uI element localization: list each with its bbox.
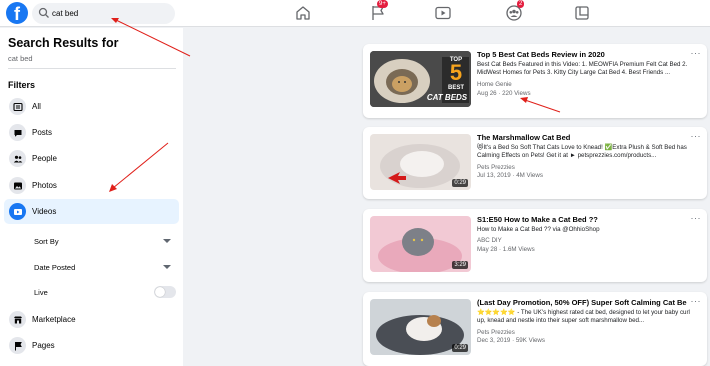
video-result-card[interactable]: 0:29 (Last Day Promotion, 50% OFF) Super…	[363, 292, 707, 366]
video-result-card[interactable]: 0:29 The Marshmallow Cat Bed 😻It's a Bed…	[363, 127, 707, 199]
sort-by-label: Sort By	[34, 237, 59, 246]
sort-by-dropdown[interactable]: Sort By	[4, 231, 179, 253]
video-thumbnail[interactable]: TOP 5 BEST CAT BEDS	[370, 51, 471, 107]
filter-posts[interactable]: Posts	[4, 120, 179, 145]
pages-nav-tab[interactable]: 9+	[366, 0, 392, 27]
groups-nav-tab[interactable]: 2	[502, 0, 528, 27]
video-duration: 0:29	[452, 179, 468, 187]
filter-label: People	[32, 154, 57, 163]
notification-badge: 9+	[377, 0, 388, 8]
people-icon	[9, 150, 26, 167]
filter-label: Videos	[32, 207, 57, 216]
all-icon	[9, 98, 26, 115]
video-thumbnail[interactable]: 0:29	[370, 299, 471, 355]
filter-marketplace[interactable]: Marketplace	[4, 307, 179, 332]
video-title[interactable]: S1:E50 How to Make a Cat Bed ??	[477, 215, 687, 224]
video-description: How to Make a Cat Bed ?? via @OhhioShop	[477, 226, 600, 233]
video-thumbnail[interactable]: 3:29	[370, 216, 471, 272]
filter-videos[interactable]: Videos	[4, 199, 179, 224]
live-filter-row: Live	[4, 282, 179, 304]
videos-icon	[9, 203, 26, 220]
photos-icon	[9, 177, 26, 194]
posts-icon	[9, 124, 26, 141]
watch-icon[interactable]	[433, 3, 453, 23]
filter-pages[interactable]: Pages	[4, 333, 179, 358]
channel-name[interactable]: Home Genie	[477, 81, 512, 88]
top-bar: f 9+ 2	[0, 0, 710, 27]
more-options-button[interactable]: ···	[691, 213, 702, 223]
thumbnail-text-number: 5	[449, 60, 463, 85]
video-meta: May 28 · 1.6M Views	[477, 246, 535, 253]
filter-people[interactable]: People	[4, 146, 179, 171]
date-posted-label: Date Posted	[34, 263, 76, 272]
filter-label: Marketplace	[32, 315, 76, 324]
video-meta: Aug 26 · 220 Views	[477, 90, 531, 97]
search-filters-sidebar: Search Results for cat bed Filters All P…	[0, 28, 183, 366]
video-meta: Jul 13, 2019 · 4M Views	[477, 172, 543, 179]
more-options-button[interactable]: ···	[691, 131, 702, 141]
live-label: Live	[34, 288, 48, 297]
gaming-icon[interactable]	[572, 3, 592, 23]
video-description: Best Cat Beds Featured in this Video: 1.…	[477, 61, 688, 76]
thumbnail-text-best: BEST	[447, 85, 464, 91]
search-box[interactable]	[32, 3, 175, 24]
video-result-card[interactable]: 3:29 S1:E50 How to Make a Cat Bed ?? How…	[363, 209, 707, 282]
video-result-card[interactable]: TOP 5 BEST CAT BEDS Top 5 Best Cat Beds …	[363, 44, 707, 118]
chevron-down-icon	[163, 265, 171, 269]
video-duration: 3:29	[452, 261, 468, 269]
filter-label: Pages	[32, 341, 55, 350]
filter-label: Photos	[32, 181, 57, 190]
live-toggle[interactable]	[154, 286, 176, 298]
page-title: Search Results for	[8, 36, 119, 50]
video-meta: Dec 3, 2019 · 59K Views	[477, 337, 545, 344]
video-title[interactable]: The Marshmallow Cat Bed	[477, 133, 687, 142]
filter-all[interactable]: All	[4, 94, 179, 119]
search-input[interactable]	[52, 5, 170, 22]
chevron-down-icon	[163, 239, 171, 243]
facebook-logo[interactable]: f	[6, 2, 28, 24]
search-query-text: cat bed	[8, 54, 33, 63]
video-title[interactable]: (Last Day Promotion, 50% OFF) Super Soft…	[477, 298, 687, 307]
more-options-button[interactable]: ···	[691, 296, 702, 306]
channel-name[interactable]: Pets Prezzies	[477, 164, 515, 171]
filter-label: All	[32, 102, 41, 111]
date-posted-dropdown[interactable]: Date Posted	[4, 257, 179, 279]
thumbnail-text-bottom: CAT BEDS	[426, 93, 468, 102]
search-icon	[38, 7, 49, 18]
divider	[8, 68, 176, 69]
video-title[interactable]: Top 5 Best Cat Beds Review in 2020	[477, 50, 687, 59]
channel-name[interactable]: Pets Prezzies	[477, 329, 515, 336]
filter-label: Posts	[32, 128, 53, 137]
video-description: 😻It's a Bed So Soft That Cats Love to Kn…	[477, 144, 687, 159]
marketplace-icon	[9, 311, 26, 328]
video-thumbnail[interactable]: 0:29	[370, 134, 471, 190]
more-options-button[interactable]: ···	[691, 48, 702, 58]
pages-icon	[9, 337, 26, 354]
video-duration: 0:29	[452, 344, 468, 352]
filters-heading: Filters	[8, 80, 36, 90]
filter-photos[interactable]: Photos	[4, 173, 179, 198]
video-description: ⭐⭐⭐⭐⭐ - The UK's highest rated cat bed, …	[477, 309, 690, 324]
channel-name[interactable]: ABC DIY	[477, 237, 502, 244]
home-icon[interactable]	[293, 3, 313, 23]
